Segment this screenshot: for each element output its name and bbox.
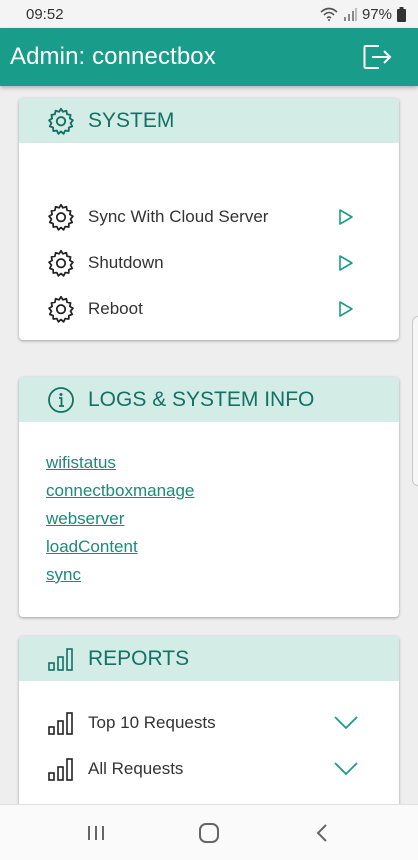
home-button[interactable] bbox=[185, 813, 233, 853]
wifi-icon bbox=[320, 7, 338, 21]
gear-icon bbox=[46, 248, 76, 278]
content-area[interactable]: SYSTEM Sync With Cloud Server Shutdown R… bbox=[0, 86, 418, 804]
log-link-connectboxmanage[interactable]: connectboxmanage bbox=[46, 481, 194, 501]
app-bar: Admin: connectbox bbox=[0, 28, 418, 86]
status-icons: 97% bbox=[320, 6, 406, 23]
reports-header-label: REPORTS bbox=[88, 646, 190, 670]
logout-button[interactable] bbox=[362, 41, 394, 73]
logs-header-label: LOGS & SYSTEM INFO bbox=[88, 387, 315, 411]
reboot-row[interactable]: Reboot bbox=[46, 292, 359, 326]
logout-icon bbox=[363, 45, 392, 69]
recent-apps-button[interactable] bbox=[72, 813, 120, 853]
reboot-label: Reboot bbox=[88, 299, 143, 318]
system-card-header: SYSTEM bbox=[19, 98, 399, 143]
reports-card-header: REPORTS bbox=[19, 636, 399, 681]
log-link-sync[interactable]: sync bbox=[46, 565, 81, 585]
chevron-down-icon[interactable] bbox=[333, 710, 359, 736]
play-icon[interactable] bbox=[333, 250, 359, 276]
app-title: Admin: connectbox bbox=[10, 43, 216, 70]
shutdown-row[interactable]: Shutdown bbox=[46, 246, 359, 280]
status-bar: 09:52 97% bbox=[0, 0, 418, 28]
log-link-loadcontent[interactable]: loadContent bbox=[46, 537, 138, 557]
back-icon bbox=[316, 823, 327, 842]
logs-card-header: LOGS & SYSTEM INFO bbox=[19, 377, 399, 422]
home-icon bbox=[198, 822, 219, 843]
all-requests-row[interactable]: All Requests bbox=[46, 752, 359, 786]
top-requests-row[interactable]: Top 10 Requests bbox=[46, 706, 359, 740]
gear-icon bbox=[46, 294, 76, 324]
system-card: SYSTEM Sync With Cloud Server Shutdown R… bbox=[19, 98, 399, 340]
battery-icon bbox=[397, 6, 406, 22]
recent-apps-icon bbox=[88, 825, 105, 840]
sync-cloud-row[interactable]: Sync With Cloud Server bbox=[46, 200, 359, 234]
status-time: 09:52 bbox=[26, 5, 64, 23]
bar-chart-icon bbox=[46, 708, 76, 738]
system-header-label: SYSTEM bbox=[88, 108, 175, 132]
all-requests-label: All Requests bbox=[88, 759, 184, 778]
bar-chart-icon bbox=[46, 644, 76, 674]
play-icon[interactable] bbox=[333, 296, 359, 322]
back-button[interactable] bbox=[298, 813, 346, 853]
gear-icon bbox=[46, 202, 76, 232]
navigation-bar bbox=[0, 804, 418, 860]
logs-card: LOGS & SYSTEM INFO wifistatus connectbox… bbox=[19, 377, 399, 617]
log-link-webserver[interactable]: webserver bbox=[46, 509, 124, 529]
info-icon bbox=[46, 385, 76, 415]
shutdown-label: Shutdown bbox=[88, 253, 164, 272]
sync-cloud-label: Sync With Cloud Server bbox=[88, 207, 269, 226]
chevron-down-icon[interactable] bbox=[333, 756, 359, 782]
signal-icon bbox=[343, 7, 357, 21]
play-icon[interactable] bbox=[333, 204, 359, 230]
battery-percent: 97% bbox=[361, 5, 392, 23]
log-link-wifistatus[interactable]: wifistatus bbox=[46, 453, 116, 473]
top-requests-label: Top 10 Requests bbox=[88, 713, 216, 732]
gear-icon bbox=[46, 106, 76, 136]
bar-chart-icon bbox=[46, 754, 76, 784]
reports-card: REPORTS Top 10 Requests All Requests bbox=[19, 636, 399, 804]
scroll-handle[interactable] bbox=[412, 316, 418, 486]
